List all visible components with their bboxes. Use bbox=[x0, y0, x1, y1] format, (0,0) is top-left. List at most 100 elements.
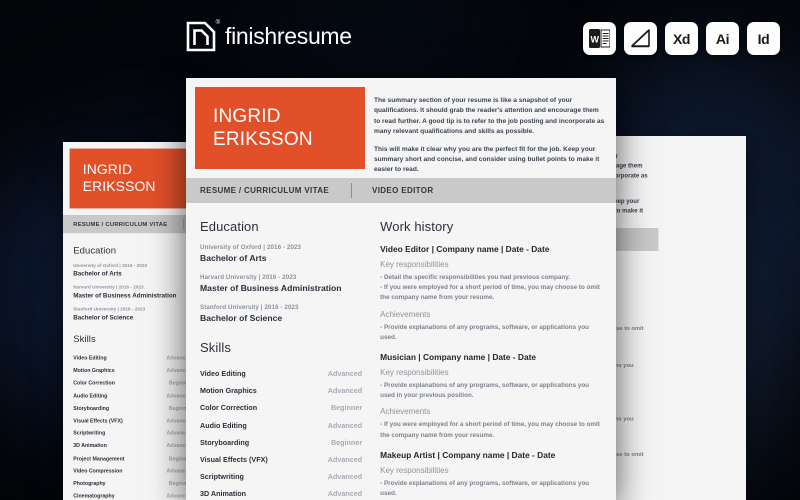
skill-name: Photography bbox=[73, 479, 106, 487]
name-banner: INGRID ERIKSSON bbox=[195, 87, 365, 169]
skill-row: Cinematography Advanced bbox=[73, 490, 190, 500]
resume-preview-card-right[interactable]: INGRIDERIKSSONThe summary section of you… bbox=[594, 136, 746, 500]
resume-sheet: INGRIDERIKSSONThe summary section of you… bbox=[63, 142, 190, 500]
education-degree: Master of Business Administration bbox=[73, 291, 177, 299]
top-bar: ® finishresume W Xd Ai Id bbox=[0, 0, 800, 78]
job-role-label: VIDEO EDITOR bbox=[372, 186, 434, 195]
skill-level: Advanced bbox=[327, 386, 363, 396]
work-history-heading: Work history bbox=[380, 219, 454, 234]
skill-row: Motion Graphics Advanced bbox=[73, 364, 190, 377]
skill-row: Color Correction Beginner bbox=[73, 377, 190, 390]
skill-name: Video Editing bbox=[73, 354, 107, 362]
education-meta: Harvard University | 2016 - 2023 bbox=[73, 285, 144, 291]
skill-row: Audio Editing Advanced bbox=[200, 417, 362, 434]
skill-row: Video Editing Advanced bbox=[200, 365, 362, 382]
candidate-first-name: INGRID bbox=[213, 105, 281, 127]
skill-row: Project Management Beginner bbox=[73, 452, 190, 465]
education-heading: Education bbox=[73, 244, 117, 256]
achievements-label: Achievements bbox=[380, 309, 431, 319]
education-degree: Master of Business Administration bbox=[200, 283, 342, 293]
skill-name: Visual Effects (VFX) bbox=[73, 417, 123, 424]
skill-name: Scriptwriting bbox=[73, 429, 106, 437]
resume-page: INGRIDERIKSSONThe summary section of you… bbox=[594, 136, 746, 500]
work-entry: Makeup Artist | Company name | Date - Da… bbox=[380, 450, 604, 500]
registered-mark: ® bbox=[215, 20, 220, 26]
document-type-bar: RESUME / CURRICULUM VITAEVIDEO EDITOR bbox=[186, 178, 616, 203]
finishresume-monogram-icon: ® bbox=[186, 20, 220, 52]
education-entry: Harvard University | 2016 - 2023 Master o… bbox=[73, 285, 190, 299]
skill-level: Advanced bbox=[327, 472, 363, 482]
skill-level: Advanced bbox=[327, 369, 363, 379]
education-entry: University of Oxford | 2016 - 2023 Bachel… bbox=[200, 244, 362, 263]
right-column: Work history Video Editor | Company name … bbox=[380, 219, 604, 500]
skill-name: Motion Graphics bbox=[73, 367, 115, 374]
job-title: Musician | Company name | Date - Date bbox=[380, 351, 537, 362]
skills-heading: Skills bbox=[73, 333, 96, 345]
achievements-text: - Provide explanations of any programs, … bbox=[380, 323, 590, 341]
responsibilities-label: Key responsibilities bbox=[380, 465, 449, 475]
skill-row: Scriptwriting Advanced bbox=[200, 468, 362, 485]
left-column: Education University of Oxford | 2016 - 2… bbox=[200, 219, 362, 500]
skill-name: Color Correction bbox=[73, 379, 115, 387]
skill-name: Video Compression bbox=[73, 467, 123, 474]
skill-row: Color Correction Beginner bbox=[200, 399, 362, 416]
education-entry: University of Oxford | 2016 - 2023 Bachel… bbox=[73, 263, 190, 277]
responsibilities-text: - Provide explanations of any programs, … bbox=[380, 479, 590, 497]
candidate-first-name: INGRID bbox=[82, 162, 133, 178]
education-degree: Bachelor of Science bbox=[200, 313, 283, 323]
candidate-last-name: ERIKSSON bbox=[213, 129, 313, 150]
skills-list: Video Editing Advanced Motion Graphics Adva… bbox=[200, 365, 362, 500]
skill-level: Beginner bbox=[330, 437, 363, 447]
education-meta: Stanford University | 2016 - 2023 bbox=[73, 306, 146, 313]
svg-text:W: W bbox=[590, 35, 599, 45]
skill-name: Video Editing bbox=[200, 369, 246, 379]
resume-preview-card-main[interactable]: INGRID ERIKSSON The summary section of you… bbox=[186, 78, 616, 500]
responsibilities-label: Key responsibilities bbox=[380, 260, 449, 269]
skill-row: Scriptwriting Advanced bbox=[73, 427, 190, 440]
skill-row: Storyboarding Beginner bbox=[73, 402, 190, 415]
document-type-label: RESUME / CURRICULUM VITAE bbox=[73, 220, 168, 228]
adobe-indesign-label: Id bbox=[757, 30, 770, 47]
adobe-indesign-icon[interactable]: Id bbox=[747, 22, 780, 55]
skill-row: Photography Beginner bbox=[73, 477, 190, 490]
microsoft-word-icon[interactable]: W bbox=[583, 22, 616, 55]
responsibilities-label: Key responsibilities bbox=[380, 367, 449, 377]
apple-pages-icon[interactable] bbox=[624, 22, 657, 55]
education-meta: Harvard University | 2016 - 2023 bbox=[200, 274, 297, 281]
skill-name: Audio Editing bbox=[73, 392, 108, 399]
skill-name: Audio Editing bbox=[200, 420, 247, 430]
candidate-last-name: ERIKSSON bbox=[82, 179, 156, 195]
education-heading: Education bbox=[200, 219, 259, 234]
summary-paragraph: This will make it clear why you are the … bbox=[374, 145, 600, 174]
skill-name: Motion Graphics bbox=[200, 386, 257, 396]
skill-level: Beginner bbox=[330, 403, 363, 413]
resume-preview-card-left[interactable]: INGRIDERIKSSONThe summary section of you… bbox=[63, 142, 190, 500]
skill-row: Visual Effects (VFX) Advanced bbox=[73, 414, 190, 427]
education-meta: University of Oxford | 2016 - 2023 bbox=[73, 263, 148, 269]
brand-logo[interactable]: ® finishresume bbox=[186, 20, 352, 52]
divider bbox=[351, 183, 353, 198]
education-entry: Stanford University | 2016 - 2023 Bachelo… bbox=[73, 307, 190, 321]
skill-name: Visual Effects (VFX) bbox=[200, 455, 268, 465]
skills-heading: Skills bbox=[200, 340, 231, 355]
skills-list: Video Editing Advanced Motion Graphics Adva… bbox=[73, 352, 190, 500]
adobe-illustrator-icon[interactable]: Ai bbox=[706, 22, 739, 55]
education-degree: Bachelor of Science bbox=[73, 313, 134, 321]
summary-paragraph: The summary section of your resume is li… bbox=[374, 97, 605, 136]
skill-name: 3D Animation bbox=[73, 442, 107, 449]
skill-level: Advanced bbox=[327, 455, 363, 465]
skill-row: Video Compression Advanced bbox=[73, 464, 190, 477]
education-entry: Stanford University | 2016 - 2023 Bachelo… bbox=[200, 304, 362, 323]
skill-name: Scriptwriting bbox=[200, 472, 244, 482]
education-meta: Stanford University | 2016 - 2023 bbox=[200, 304, 299, 311]
skill-name: Cinematography bbox=[73, 492, 115, 500]
skill-name: Storyboarding bbox=[73, 404, 110, 412]
skill-name: Color Correction bbox=[200, 403, 258, 413]
adobe-xd-icon[interactable]: Xd bbox=[665, 22, 698, 55]
resume-page: INGRIDERIKSSONThe summary section of you… bbox=[186, 78, 616, 500]
document-type-bar: RESUME / CURRICULUM VITAEVIDEO EDITOR bbox=[63, 215, 190, 234]
achievements-text: - If you were employed for a short perio… bbox=[380, 421, 600, 439]
job-title: Video Editor | Company name | Date - Dat… bbox=[380, 244, 550, 254]
name-banner: INGRID ERIKSSON bbox=[69, 148, 190, 209]
skill-row: Video Editing Advanced bbox=[73, 352, 190, 365]
